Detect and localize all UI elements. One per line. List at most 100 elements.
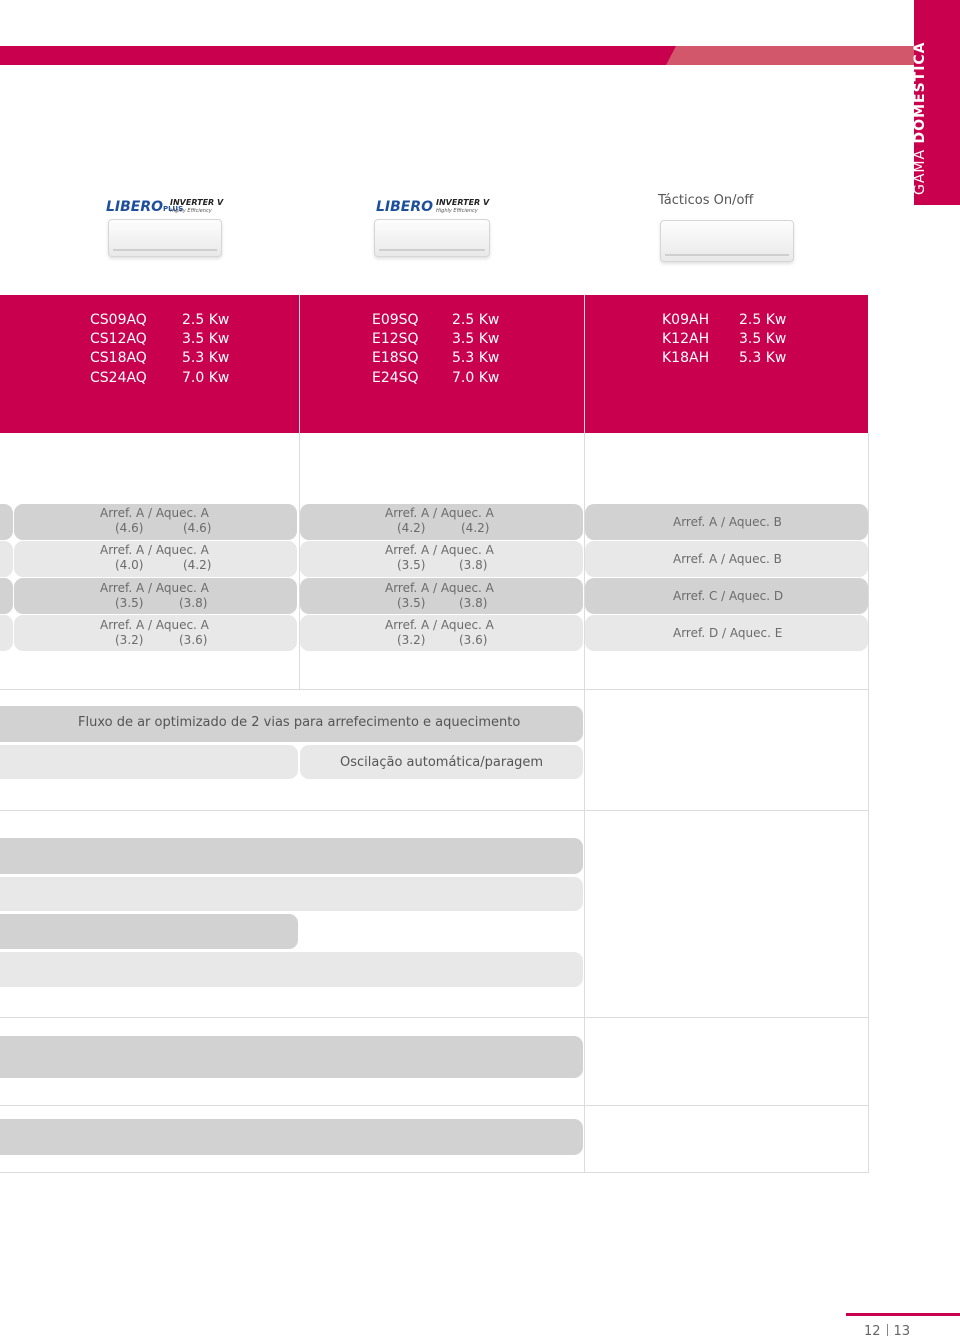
section-tab-label: GAMA DOMÉSTICA xyxy=(912,5,928,195)
model-row: CS09AQ 2.5 Kw xyxy=(90,312,240,331)
energy-rating: Arref. A / Aquec. A (3.2) (3.6) xyxy=(100,618,209,648)
feature-oscillation: Oscilação automática/paragem xyxy=(340,755,544,770)
model-row: K09AH 2.5 Kw xyxy=(662,312,802,331)
cop-value: (3.6) xyxy=(179,633,208,647)
energy-class: Arref. A / Aquec. A xyxy=(100,618,209,632)
inverter-logo-text: INVERTER V xyxy=(170,198,224,207)
model-power: 7.0 Kw xyxy=(452,370,500,386)
model-row: E09SQ 2.5 Kw xyxy=(372,312,512,331)
model-code: CS12AQ xyxy=(90,331,147,347)
model-power: 2.5 Kw xyxy=(739,312,787,328)
eer-value: (3.5) xyxy=(115,596,144,610)
energy-class: Arref. A / Aquec. A xyxy=(100,543,209,557)
inverter-tagline: Highly Efficiency xyxy=(170,208,212,214)
energy-class: Arref. A / Aquec. A xyxy=(385,543,494,557)
model-code: K09AH xyxy=(662,312,710,328)
model-power: 7.0 Kw xyxy=(182,370,230,386)
model-code: CS18AQ xyxy=(90,350,147,366)
energy-class: Arref. D / Aquec. E xyxy=(673,626,783,640)
cop-value: (4.6) xyxy=(183,521,212,535)
energy-class: Arref. A / Aquec. A xyxy=(100,506,209,520)
model-code: CS09AQ xyxy=(90,312,147,328)
model-power: 3.5 Kw xyxy=(182,331,230,347)
model-row: CS12AQ 3.5 Kw xyxy=(90,331,240,350)
logo-brand-text: LIBERO xyxy=(376,199,434,215)
model-code: E18SQ xyxy=(372,350,419,366)
energy-row-bg xyxy=(0,615,13,651)
energy-class: Arref. A / Aquec. A xyxy=(385,581,494,595)
section-divider xyxy=(0,1017,868,1018)
libero-logo: LIBERO xyxy=(376,196,433,215)
eer-value: (4.6) xyxy=(115,521,144,535)
feature-bar xyxy=(0,952,583,987)
model-code: E12SQ xyxy=(372,331,419,347)
model-row: CS24AQ 7.0 Kw xyxy=(90,370,240,389)
model-power: 5.3 Kw xyxy=(739,350,787,366)
model-code: K18AH xyxy=(662,350,710,366)
energy-row-bg xyxy=(0,578,13,614)
page-number-left: 12 xyxy=(864,1324,881,1339)
energy-class: Arref. A / Aquec. A xyxy=(385,618,494,632)
energy-class: Arref. A / Aquec. B xyxy=(673,552,782,566)
model-power: 5.3 Kw xyxy=(182,350,230,366)
cop-value: (3.8) xyxy=(459,596,488,610)
energy-rating: Arref. A / Aquec. A (3.5) (3.8) xyxy=(385,543,494,573)
energy-rating: Arref. A / Aquec. A (3.2) (3.6) xyxy=(385,618,494,648)
model-row: E18SQ 5.3 Kw xyxy=(372,350,512,369)
logo-brand-text: LIBERO xyxy=(106,199,164,215)
model-row: CS18AQ 5.3 Kw xyxy=(90,350,240,369)
section-tab-bold: DOMÉSTICA xyxy=(912,41,928,144)
eer-value: (4.2) xyxy=(397,521,426,535)
ac-unit-image xyxy=(108,219,222,257)
feature-bar xyxy=(0,1036,583,1078)
section-divider xyxy=(0,689,868,690)
model-power: 2.5 Kw xyxy=(182,312,230,328)
page-numbers: 12 13 xyxy=(864,1324,910,1339)
energy-row-bg xyxy=(0,504,13,540)
model-code: CS24AQ xyxy=(90,370,147,386)
inverter-logo: INVERTER V Highly Efficiency xyxy=(436,199,489,215)
model-power: 3.5 Kw xyxy=(739,331,787,347)
energy-rating: Arref. A / Aquec. A (4.0) (4.2) xyxy=(100,543,211,573)
energy-rating: Arref. A / Aquec. A (4.2) (4.2) xyxy=(385,506,494,536)
model-power: 2.5 Kw xyxy=(452,312,500,328)
header-band xyxy=(0,46,676,65)
cop-value: (3.8) xyxy=(179,596,208,610)
feature-bar xyxy=(0,838,583,874)
eer-value: (3.5) xyxy=(397,596,426,610)
energy-class: Arref. A / Aquec. A xyxy=(100,581,209,595)
section-divider xyxy=(0,1172,868,1173)
ac-unit-image xyxy=(660,220,794,262)
feature-bar xyxy=(0,1119,583,1155)
energy-class: Arref. C / Aquec. D xyxy=(673,589,784,603)
feature-bar xyxy=(0,914,298,949)
cop-value: (4.2) xyxy=(461,521,490,535)
model-code: E09SQ xyxy=(372,312,419,328)
eer-value: (4.0) xyxy=(115,558,144,572)
section-tab: GAMA DOMÉSTICA xyxy=(912,0,960,205)
feature-airflow: Fluxo de ar optimizado de 2 vias para ar… xyxy=(78,715,521,730)
energy-rating: Arref. A / Aquec. A (3.5) (3.8) xyxy=(100,581,209,611)
cop-value: (3.8) xyxy=(459,558,488,572)
eer-value: (3.2) xyxy=(397,633,426,647)
model-power: 3.5 Kw xyxy=(452,331,500,347)
energy-class: Arref. A / Aquec. B xyxy=(673,515,782,529)
header-band-accent xyxy=(666,46,914,65)
column-divider xyxy=(584,690,585,1173)
section-divider xyxy=(0,1105,868,1106)
energy-rating: Arref. A / Aquec. A (4.6) (4.6) xyxy=(100,506,211,536)
model-row: E12SQ 3.5 Kw xyxy=(372,331,512,350)
model-row: K12AH 3.5 Kw xyxy=(662,331,802,350)
column-divider xyxy=(868,433,869,1173)
model-row: E24SQ 7.0 Kw xyxy=(372,370,512,389)
energy-class: Arref. A / Aquec. A xyxy=(385,506,494,520)
energy-rating: Arref. A / Aquec. A (3.5) (3.8) xyxy=(385,581,494,611)
inverter-logo-text: INVERTER V xyxy=(436,198,490,207)
eer-value: (3.2) xyxy=(115,633,144,647)
model-power: 5.3 Kw xyxy=(452,350,500,366)
feature-bar xyxy=(0,877,583,911)
section-divider xyxy=(0,810,868,811)
page-number-right: 13 xyxy=(893,1324,911,1339)
footer-band xyxy=(846,1313,960,1316)
cop-value: (4.2) xyxy=(183,558,212,572)
